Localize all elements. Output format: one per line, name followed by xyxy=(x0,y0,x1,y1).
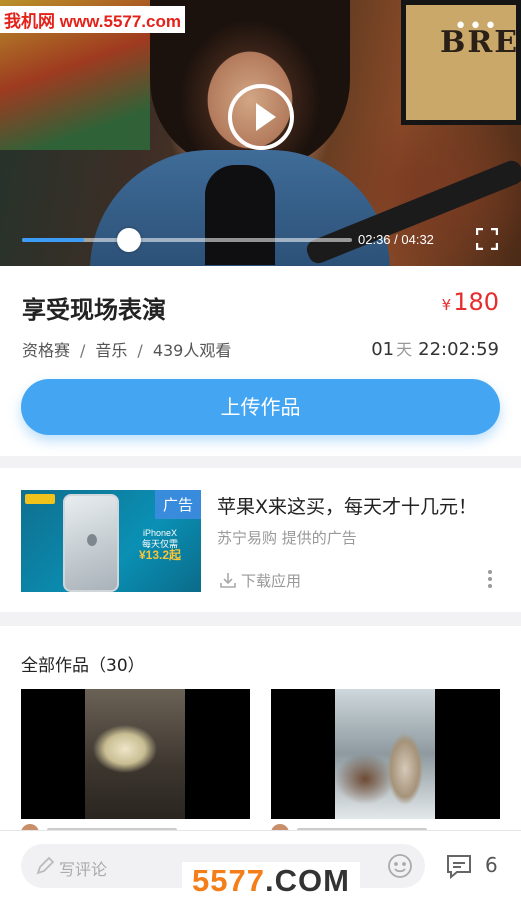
pen-icon xyxy=(36,856,55,875)
work-thumbnail-image xyxy=(85,689,185,819)
price-currency: ¥ xyxy=(441,296,452,314)
meta-separator: / xyxy=(137,341,143,360)
ad-image[interactable]: iPhoneX 每天仅需 ¥13.2起 广告 xyxy=(21,490,201,592)
video-player[interactable]: BRE ••• 02:36 / 04:32 xyxy=(0,0,521,266)
event-meta: 资格赛 / 音乐 / 439人观看 xyxy=(22,337,231,361)
video-progress-bar[interactable] xyxy=(22,238,352,242)
countdown-days-unit: 天 xyxy=(396,340,413,359)
brand-watermark: 5577.COM xyxy=(182,862,360,900)
video-progress-fill xyxy=(22,238,85,242)
brand-watermark-number: 5577 xyxy=(192,863,266,898)
countdown-days: 01 xyxy=(371,339,395,360)
event-info: 享受现场表演 ¥180 资格赛 / 音乐 / 439人观看 01 天 22:02:59 上传… xyxy=(0,266,521,456)
meta-category: 资格赛 xyxy=(22,341,71,360)
video-time: 02:36 / 04:32 xyxy=(358,232,434,247)
suning-logo xyxy=(25,494,55,504)
ad-more-icon[interactable] xyxy=(487,570,493,590)
ad-sponsor: 苏宁易购 提供的广告 xyxy=(217,529,357,547)
site-watermark: 我机网 www.5577.com xyxy=(0,6,185,33)
ad-image-promo: iPhoneX 每天仅需 ¥13.2起 xyxy=(139,528,181,562)
ad-download-button[interactable]: 下载应用 xyxy=(219,570,301,591)
more-options-icon[interactable]: ••• xyxy=(454,16,499,38)
event-price: ¥180 xyxy=(442,288,499,316)
performer-shirt xyxy=(205,165,275,265)
ad-download-label: 下载应用 xyxy=(241,572,302,590)
comment-placeholder: 写评论 xyxy=(59,860,108,879)
event-title: 享受现场表演 xyxy=(22,296,166,324)
work-thumbnail-image xyxy=(335,689,435,819)
countdown-timer: 01 天 22:02:59 xyxy=(371,336,499,360)
iphone-image xyxy=(63,494,119,592)
video-progress-knob[interactable] xyxy=(117,228,141,252)
play-button[interactable] xyxy=(228,84,294,150)
brand-watermark-suffix: .COM xyxy=(265,863,350,898)
price-value: 180 xyxy=(453,288,499,316)
upload-work-button[interactable]: 上传作品 xyxy=(21,379,500,435)
work-thumbnail[interactable] xyxy=(21,689,250,819)
ad-title[interactable]: 苹果X来这买，每天才十几元！ xyxy=(217,492,477,519)
fullscreen-icon[interactable] xyxy=(476,228,498,250)
meta-separator: / xyxy=(80,341,86,360)
work-thumbnail[interactable] xyxy=(271,689,500,819)
works-title: 全部作品（30） xyxy=(21,656,145,676)
download-icon xyxy=(220,573,236,588)
emoji-icon[interactable] xyxy=(387,853,413,879)
meta-viewers: 439人观看 xyxy=(152,341,232,360)
comment-icon[interactable] xyxy=(444,853,474,881)
ad-tag: 广告 xyxy=(154,490,201,519)
promo-model: iPhoneX xyxy=(143,528,178,538)
ad-card[interactable]: iPhoneX 每天仅需 ¥13.2起 广告 苹果X来这买，每天才十几元！ 苏宁… xyxy=(0,468,521,612)
comment-count: 6 xyxy=(485,853,498,877)
countdown-time: 22:02:59 xyxy=(418,339,499,360)
works-section: 全部作品（30） xyxy=(0,626,521,846)
promo-price: ¥13.2起 xyxy=(139,548,182,562)
meta-genre: 音乐 xyxy=(95,341,128,360)
